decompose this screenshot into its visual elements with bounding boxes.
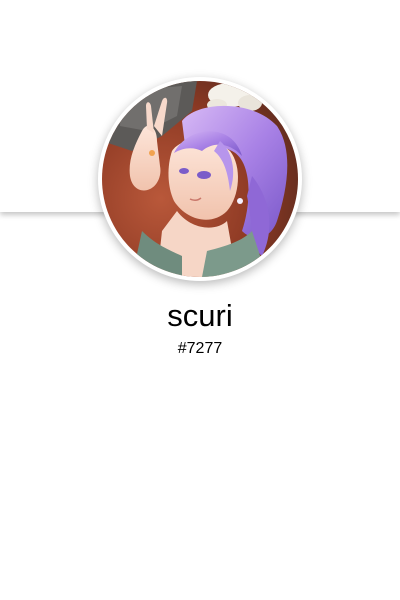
avatar-frame bbox=[98, 77, 302, 281]
profile-card: scuri #7277 bbox=[0, 0, 400, 600]
user-discriminator: #7277 bbox=[177, 340, 223, 357]
avatar bbox=[102, 81, 298, 277]
username: scuri bbox=[167, 298, 233, 333]
